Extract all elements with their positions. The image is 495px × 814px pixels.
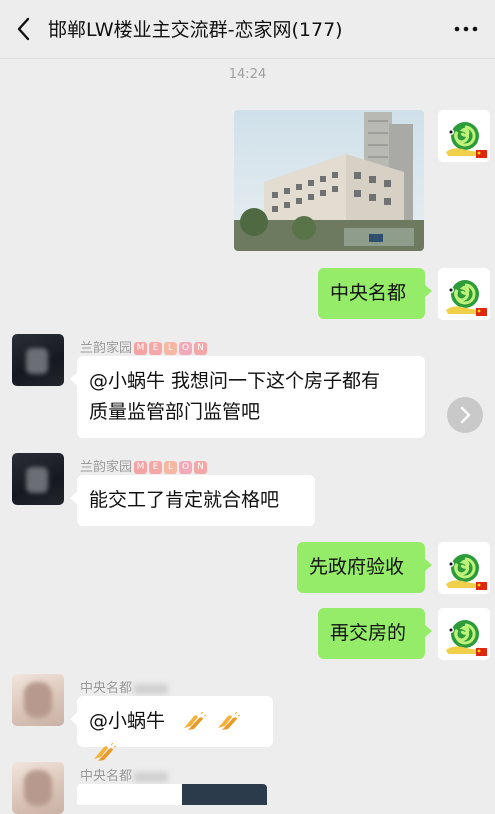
- snail-avatar-icon: [438, 268, 490, 320]
- sender-name-text: 中央名都: [80, 769, 133, 784]
- blurred-name-part: [134, 683, 169, 694]
- message-text: 质量监管部门监管吧: [89, 401, 261, 423]
- badge-letter: L: [164, 461, 178, 474]
- message-text: @小蜗牛: [89, 710, 166, 732]
- message-bubble[interactable]: 先政府验收: [297, 542, 432, 593]
- message-timestamp: 14:24: [228, 67, 267, 82]
- badge-letter: O: [179, 461, 193, 474]
- chat-title: 邯郸LW楼业主交流群-恋家网(177): [48, 19, 343, 41]
- message-text: 先政府验收: [309, 556, 405, 578]
- message-bubble[interactable]: 再交房的: [318, 608, 432, 659]
- badge-letter: E: [149, 461, 163, 474]
- sender-name-text: 兰韵家园: [80, 460, 133, 475]
- more-button[interactable]: [451, 14, 481, 44]
- chevron-right-icon: [460, 406, 471, 424]
- member-avatar[interactable]: [12, 334, 64, 386]
- more-dots-icon: [454, 26, 478, 32]
- message-text: 再交房的: [330, 622, 407, 644]
- chat-header: 邯郸LW楼业主交流群-恋家网(177): [0, 0, 495, 59]
- badge-letter: E: [149, 342, 163, 355]
- sender-name: 兰韵家园 M E L O N: [80, 337, 208, 356]
- message-bubble[interactable]: 能交工了肯定就合格吧: [70, 475, 315, 526]
- self-avatar[interactable]: [438, 608, 490, 660]
- message-bubble[interactable]: @小蜗牛: [70, 696, 273, 761]
- snail-avatar-icon: [438, 608, 490, 660]
- self-avatar[interactable]: [438, 542, 490, 594]
- message-text: 中央名都: [330, 282, 407, 304]
- forward-button[interactable]: [447, 397, 483, 433]
- member-avatar[interactable]: [12, 674, 64, 726]
- badge-letter: N: [194, 342, 208, 355]
- message-text: @小蜗牛 我想问一下这个房子都有: [89, 370, 381, 392]
- snail-avatar-icon: [438, 542, 490, 594]
- badge-letter: O: [179, 342, 193, 355]
- blurred-name-part: [134, 771, 169, 782]
- clapping-hands-icon: [94, 742, 117, 761]
- sender-name: 兰韵家园 M E L O N: [80, 456, 208, 475]
- message-bubble[interactable]: 中央名都: [318, 268, 432, 319]
- clapping-hands-icon: [218, 711, 241, 730]
- badge-letter: M: [134, 342, 148, 355]
- chevron-left-icon: [17, 17, 30, 41]
- sender-name: 中央名都: [80, 677, 169, 696]
- badge-letter: L: [164, 342, 178, 355]
- self-avatar[interactable]: [438, 268, 490, 320]
- sender-name-text: 兰韵家园: [80, 341, 133, 356]
- sender-name-text: 中央名都: [80, 681, 133, 696]
- building-photo[interactable]: [234, 110, 424, 251]
- badge-letter: N: [194, 461, 208, 474]
- message-text: 能交工了肯定就合格吧: [89, 489, 280, 511]
- self-avatar[interactable]: [438, 110, 490, 162]
- clapping-hands-icon: [184, 711, 207, 730]
- member-avatar[interactable]: [12, 762, 64, 814]
- building-photo-image: [234, 110, 424, 251]
- sender-name: 中央名都: [80, 765, 169, 784]
- image-message-partial[interactable]: [77, 784, 267, 805]
- snail-avatar-icon: [438, 110, 490, 162]
- image-thumbnail: [182, 784, 267, 805]
- message-bubble[interactable]: @小蜗牛 我想问一下这个房子都有 质量监管部门监管吧: [70, 356, 425, 438]
- badge-letter: M: [134, 461, 148, 474]
- member-avatar[interactable]: [12, 453, 64, 505]
- back-button[interactable]: [12, 14, 36, 44]
